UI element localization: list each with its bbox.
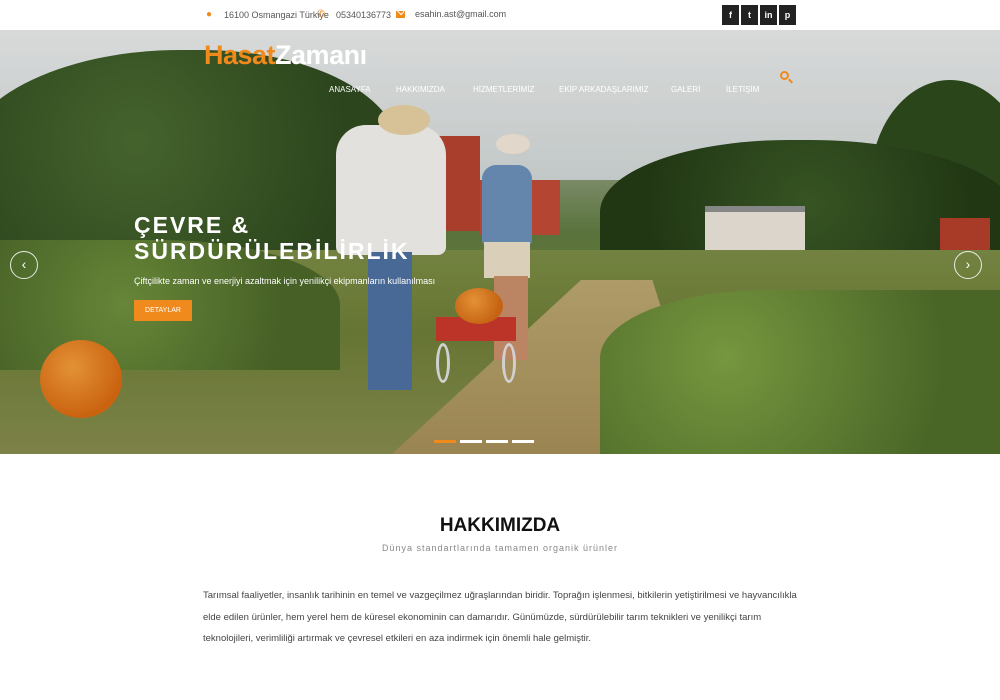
map-marker-icon: ●: [205, 9, 213, 20]
nav-item-hizmetlerimiz[interactable]: HİZMETLERİMİZ: [473, 85, 534, 94]
nav-item-anasayfa[interactable]: ANASAYFA: [329, 85, 371, 94]
social-links: f t in p: [722, 5, 796, 25]
slide-subtitle: Çiftçilikte zaman ve enerjiyi azaltmak i…: [134, 276, 436, 286]
facebook-icon[interactable]: f: [722, 5, 739, 25]
logo-part-1: Hasat: [204, 40, 276, 70]
next-slide-button[interactable]: ›: [954, 251, 982, 279]
phone-info: ✆ 05340136773: [316, 9, 391, 20]
about-title: HAKKIMIZDA: [439, 515, 561, 536]
slide-dot[interactable]: [434, 440, 456, 443]
nav-item-ekip[interactable]: EKİP ARKADAŞLARIMIZ: [559, 85, 649, 94]
nav-item-galeri[interactable]: GALERİ: [671, 85, 700, 94]
slide-title: ÇEVRE & SÜRDÜRÜLEBİLİRLİK: [134, 212, 410, 264]
slide-dot[interactable]: [460, 440, 482, 443]
nav-item-hakkimizda[interactable]: HAKKIMIZDA: [396, 85, 445, 94]
details-button[interactable]: DETAYLAR: [134, 300, 192, 321]
top-bar: ● 16100 Osmangazi Türkiye ✆ 05340136773 …: [0, 0, 1000, 30]
phone-text: 05340136773: [336, 9, 392, 20]
address-info: ● 16100 Osmangazi Türkiye: [204, 9, 329, 20]
logo-part-2: Zamanı: [275, 40, 367, 70]
linkedin-icon[interactable]: in: [760, 5, 777, 25]
twitter-icon[interactable]: t: [741, 5, 758, 25]
email-text[interactable]: esahin.ast@gmail.com: [415, 9, 506, 19]
site-logo[interactable]: HasatZamanı: [204, 40, 367, 71]
slide-dot[interactable]: [486, 440, 508, 443]
slide-indicators: [434, 440, 534, 443]
envelope-icon: [396, 10, 405, 18]
search-icon[interactable]: [780, 71, 793, 84]
email-info[interactable]: esahin.ast@gmail.com: [396, 9, 506, 19]
nav-item-iletisim[interactable]: İLETİŞİM: [726, 85, 759, 94]
prev-slide-button[interactable]: ‹: [10, 251, 38, 279]
address-text: 16100 Osmangazi Türkiye: [224, 9, 329, 20]
pinterest-icon[interactable]: p: [779, 5, 796, 25]
hero-slider: HasatZamanı ANASAYFA HAKKIMIZDA HİZMETLE…: [0, 30, 1000, 454]
slide-dot[interactable]: [512, 440, 534, 443]
about-subtitle: Dünya standartlarında tamamen organik ür…: [381, 543, 619, 553]
main-nav: ANASAYFA HAKKIMIZDA HİZMETLERİMİZ EKİP A…: [0, 85, 1000, 99]
about-text: Tarımsal faaliyetler, insanlık tarihinin…: [203, 590, 797, 644]
phone-icon: ✆: [316, 9, 326, 20]
